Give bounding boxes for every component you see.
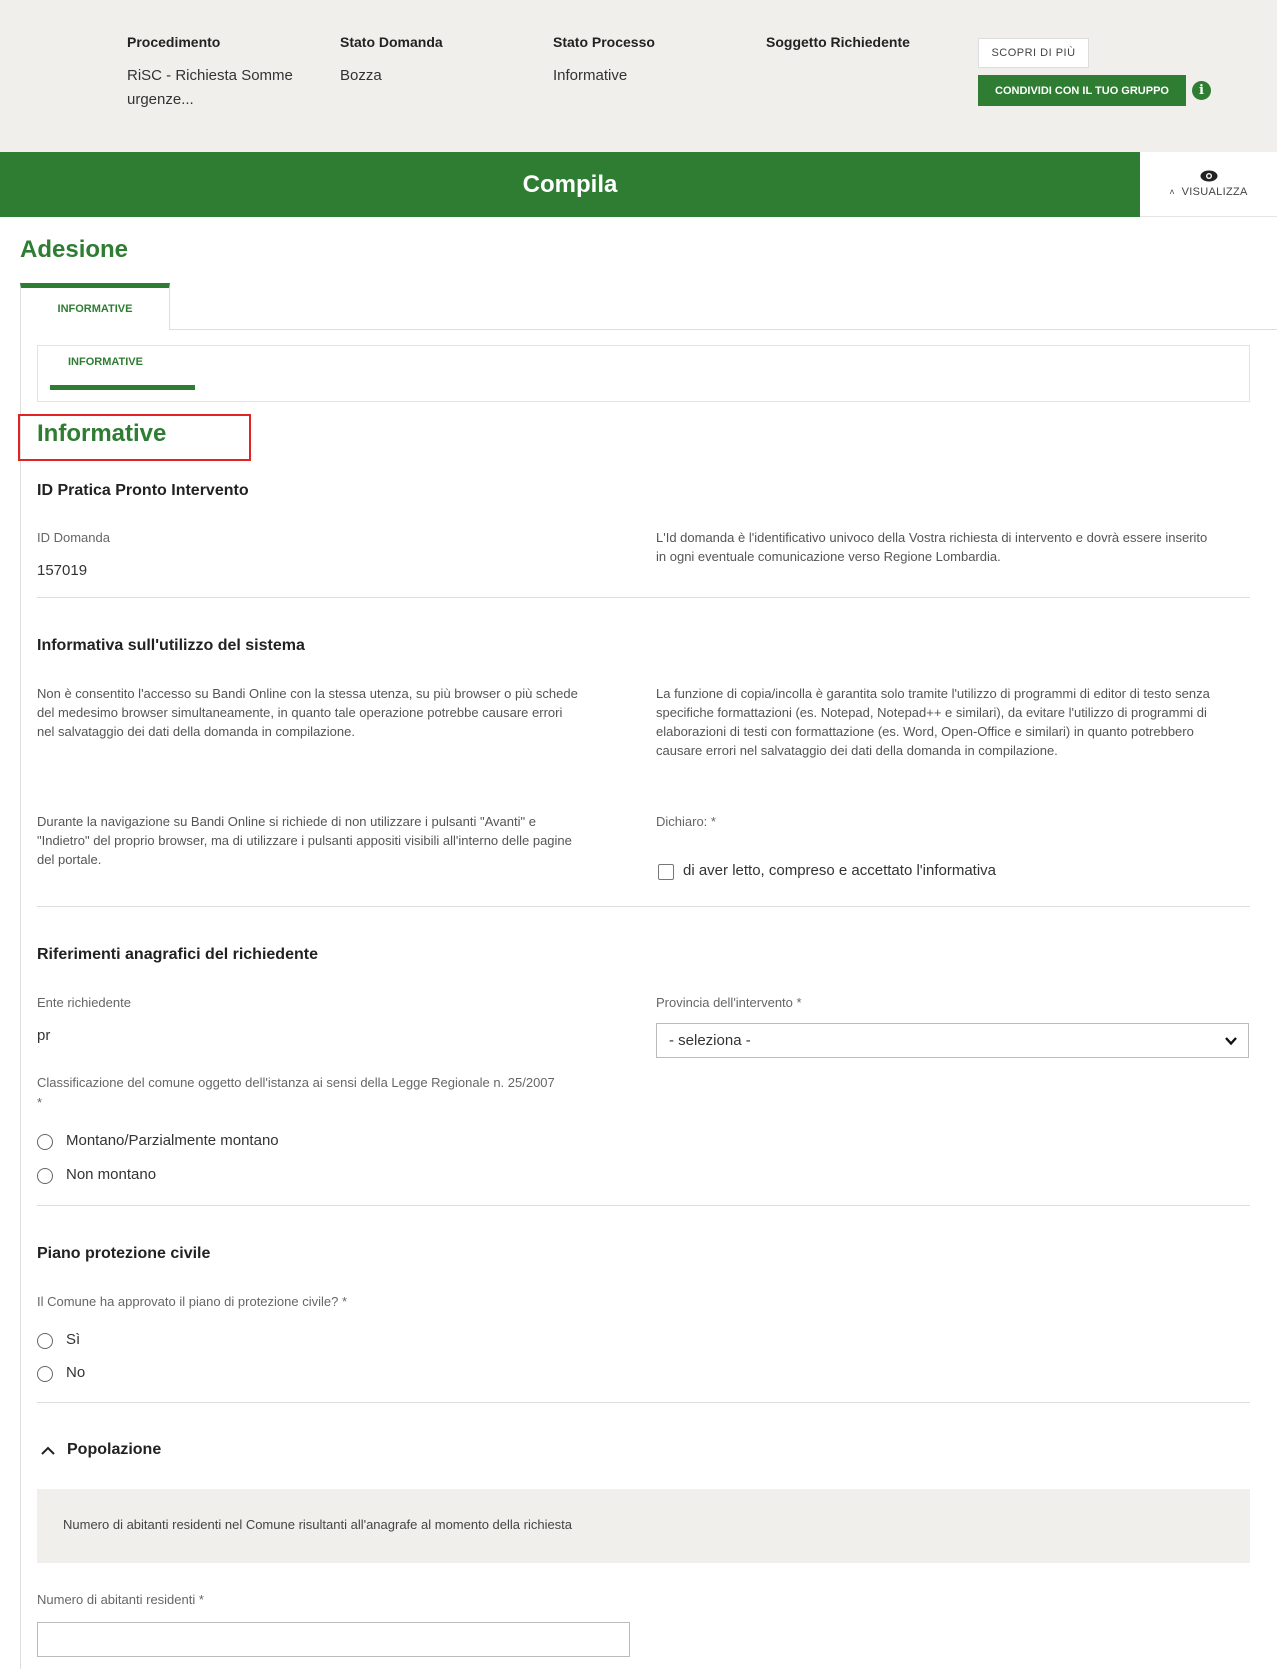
radio-non-montano-label[interactable]: Non montano <box>66 1166 156 1183</box>
popolazione-note: Numero di abitanti residenti nel Comune … <box>63 1517 573 1532</box>
radio-montano[interactable] <box>37 1134 53 1150</box>
id-domanda-note: L'Id domanda è l'identificativo univoco … <box>656 530 1208 564</box>
id-domanda-label: ID Domanda <box>37 530 110 545</box>
tab-informative[interactable]: INFORMATIVE <box>20 283 170 330</box>
meta-value: RiSC - Richiesta Somme urgenze... <box>127 67 293 108</box>
provincia-label: Provincia dell'intervento * <box>656 995 802 1010</box>
popolazione-note-box: Numero di abitanti residenti nel Comune … <box>37 1489 1250 1563</box>
meta-stato-processo: Stato Processo Informative <box>553 34 733 88</box>
compila-title: Compila <box>522 170 618 198</box>
share-with-group-button[interactable]: CONDIVIDI CON IL TUO GRUPPO <box>978 75 1186 106</box>
radio-montano-label[interactable]: Montano/Parzialmente montano <box>66 1132 279 1149</box>
classificazione-required: * <box>37 1095 43 1110</box>
anagrafica-heading: Riferimenti anagrafici del richiedente <box>37 946 318 963</box>
piano-heading: Piano protezione civile <box>37 1245 211 1262</box>
visualizza-text: VISUALIZZA <box>1181 186 1248 198</box>
radio-no[interactable] <box>37 1366 53 1382</box>
classificazione-label: Classificazione del comune oggetto dell'… <box>37 1075 555 1090</box>
meta-stato-domanda: Stato Domanda Bozza <box>340 34 520 88</box>
eye-icon <box>1200 170 1217 182</box>
ente-label: Ente richiedente <box>37 995 131 1010</box>
radio-non-montano[interactable] <box>37 1168 53 1184</box>
informativa-heading: Informativa sull'utilizzo del sistema <box>37 637 305 654</box>
chevron-up-icon: ˄ <box>1169 187 1175 197</box>
accept-checkbox-label[interactable]: di aver letto, compreso e accettato l'in… <box>683 862 996 879</box>
divider <box>37 597 1250 598</box>
visualizza-label: ˄ VISUALIZZA <box>1169 186 1247 198</box>
compila-bar: Compila <box>0 152 1140 217</box>
top-header: Procedimento RiSC - Richiesta Somme urge… <box>0 0 1277 152</box>
id-pratica-heading: ID Pratica Pronto Intervento <box>37 482 249 499</box>
abitanti-label: Numero di abitanti residenti * <box>37 1592 204 1607</box>
meta-value: Bozza <box>340 67 382 84</box>
meta-label: Soggetto Richiedente <box>766 34 910 50</box>
section-title: Adesione <box>20 236 129 263</box>
meta-label: Stato Domanda <box>340 34 443 50</box>
highlight-box <box>18 414 251 461</box>
meta-soggetto-richiedente: Soggetto Richiedente <box>766 34 946 64</box>
divider <box>37 906 1250 907</box>
radio-no-label[interactable]: No <box>66 1364 85 1381</box>
provincia-select[interactable]: - seleziona - <box>656 1023 1249 1058</box>
id-domanda-value: 157019 <box>37 562 88 579</box>
piano-question: Il Comune ha approvato il piano di prote… <box>37 1294 348 1309</box>
divider <box>37 1205 1250 1206</box>
subtab-active-indicator <box>50 385 195 390</box>
popolazione-heading[interactable]: Popolazione <box>67 1441 161 1459</box>
visualizza-button[interactable]: ˄ VISUALIZZA <box>1140 152 1277 217</box>
meta-procedimento: Procedimento RiSC - Richiesta Somme urge… <box>127 34 307 112</box>
chevron-down-icon <box>1225 1037 1237 1046</box>
informativa-para-3: Durante la navigazione su Bandi Online s… <box>37 814 572 867</box>
ente-value: pr <box>37 1027 51 1044</box>
discover-more-button[interactable]: SCOPRI DI PIÙ <box>978 38 1089 68</box>
radio-si[interactable] <box>37 1333 53 1349</box>
subtab-informative[interactable]: INFORMATIVE <box>68 356 143 368</box>
provincia-selected-value: - seleziona - <box>669 1032 751 1049</box>
divider <box>37 1402 1250 1403</box>
meta-label: Stato Processo <box>553 34 655 50</box>
accept-checkbox[interactable] <box>658 864 674 880</box>
informativa-para-1: Non è consentito l'accesso su Bandi Onli… <box>37 686 578 739</box>
subtab-bar: INFORMATIVE <box>37 345 1250 402</box>
meta-value: Informative <box>553 67 628 84</box>
dichiaro-label: Dichiaro: * <box>656 814 716 829</box>
meta-label: Procedimento <box>127 34 221 50</box>
radio-si-label[interactable]: Sì <box>66 1331 80 1348</box>
informativa-para-2: La funzione di copia/incolla è garantita… <box>656 686 1210 758</box>
info-icon[interactable]: i <box>1192 81 1211 100</box>
chevron-up-icon[interactable] <box>40 1445 56 1457</box>
abitanti-input[interactable] <box>37 1622 630 1657</box>
